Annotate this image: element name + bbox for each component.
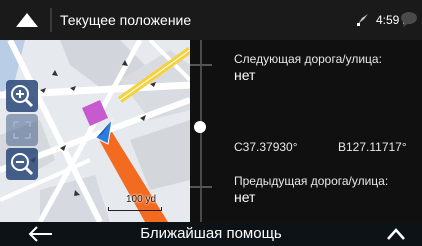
zoom-out-button[interactable] bbox=[6, 148, 38, 180]
next-road-label: Следующая дорога/улица: bbox=[234, 52, 382, 66]
map-view[interactable]: 100 yd bbox=[0, 40, 190, 222]
longitude-value: B127.11717° bbox=[338, 140, 407, 154]
prev-road-value: нет bbox=[234, 189, 256, 205]
zoom-in-button[interactable] bbox=[6, 80, 38, 112]
zoom-fit-icon bbox=[13, 121, 31, 139]
zoom-in-icon bbox=[11, 85, 34, 108]
zoom-out-icon bbox=[11, 153, 34, 176]
message-bubble-icon[interactable] bbox=[400, 11, 418, 27]
bottom-bar: Ближайшая помощь bbox=[0, 222, 422, 246]
zoom-fit-button[interactable] bbox=[6, 114, 38, 146]
timeline-tick bbox=[190, 186, 212, 188]
scale-bar bbox=[108, 207, 162, 211]
prev-road-label: Предыдущая дорога/улица: bbox=[234, 174, 389, 188]
timeline-tick bbox=[190, 64, 212, 66]
up-arrow-icon[interactable] bbox=[14, 9, 40, 31]
latitude-value: C37.37930° bbox=[234, 140, 298, 154]
chevron-up-icon[interactable] bbox=[384, 226, 408, 242]
nearby-help-button[interactable]: Ближайшая помощь bbox=[0, 222, 422, 246]
satellite-icon bbox=[357, 14, 368, 26]
page-title: Текущее положение bbox=[60, 12, 192, 28]
next-road-value: нет bbox=[234, 67, 256, 83]
scale-label: 100 yd bbox=[126, 194, 157, 205]
divider bbox=[50, 8, 52, 32]
top-bar: Текущее положение 4:59 am bbox=[0, 0, 422, 40]
clock-time: 4:59 bbox=[376, 13, 400, 27]
current-position-dot bbox=[194, 121, 206, 133]
map-scale: 100 yd bbox=[104, 194, 164, 214]
location-info-panel: Следующая дорога/улица: нет C37.37930° B… bbox=[190, 40, 422, 222]
